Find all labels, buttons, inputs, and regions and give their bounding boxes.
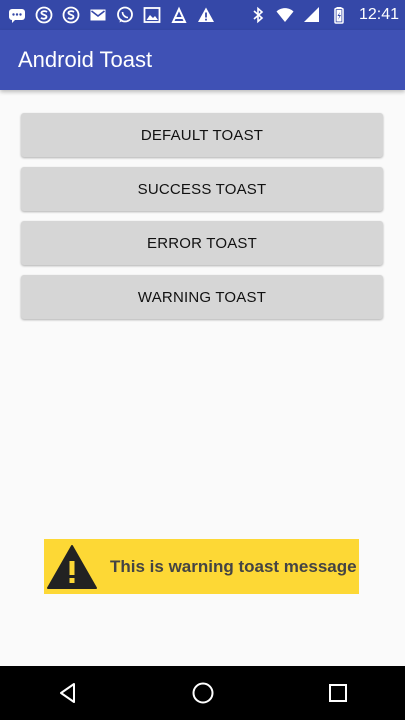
warning-icon	[46, 544, 98, 590]
mail-icon	[89, 6, 107, 24]
wifi-icon	[276, 6, 294, 24]
screen: 12:41 Android Toast DEFAULT TOAST SUCCES…	[0, 0, 405, 720]
warning-toast: This is warning toast message	[44, 539, 359, 594]
system-icons: 12:41	[249, 6, 399, 24]
error-toast-button[interactable]: ERROR TOAST	[21, 221, 383, 265]
home-icon[interactable]	[183, 673, 223, 713]
warning-toast-button[interactable]: WARNING TOAST	[21, 275, 383, 319]
android-icon	[170, 6, 188, 24]
warning-icon	[197, 6, 215, 24]
back-icon[interactable]	[48, 673, 88, 713]
skype-icon	[35, 6, 53, 24]
bluetooth-icon	[249, 6, 267, 24]
status-bar: 12:41	[0, 0, 405, 30]
chat-icon	[8, 6, 26, 24]
default-toast-button[interactable]: DEFAULT TOAST	[21, 113, 383, 157]
whatsapp-icon	[116, 6, 134, 24]
app-title: Android Toast	[18, 47, 153, 72]
gallery-icon	[143, 6, 161, 24]
toast-message: This is warning toast message	[110, 556, 357, 576]
success-toast-button[interactable]: SUCCESS TOAST	[21, 167, 383, 211]
recents-icon[interactable]	[318, 673, 358, 713]
navigation-bar	[0, 666, 405, 720]
notification-icons	[8, 6, 215, 24]
status-time: 12:41	[358, 6, 399, 23]
signal-icon	[303, 6, 321, 24]
app-bar: Android Toast	[0, 30, 405, 90]
skype-icon	[62, 6, 80, 24]
battery-icon	[330, 6, 348, 24]
